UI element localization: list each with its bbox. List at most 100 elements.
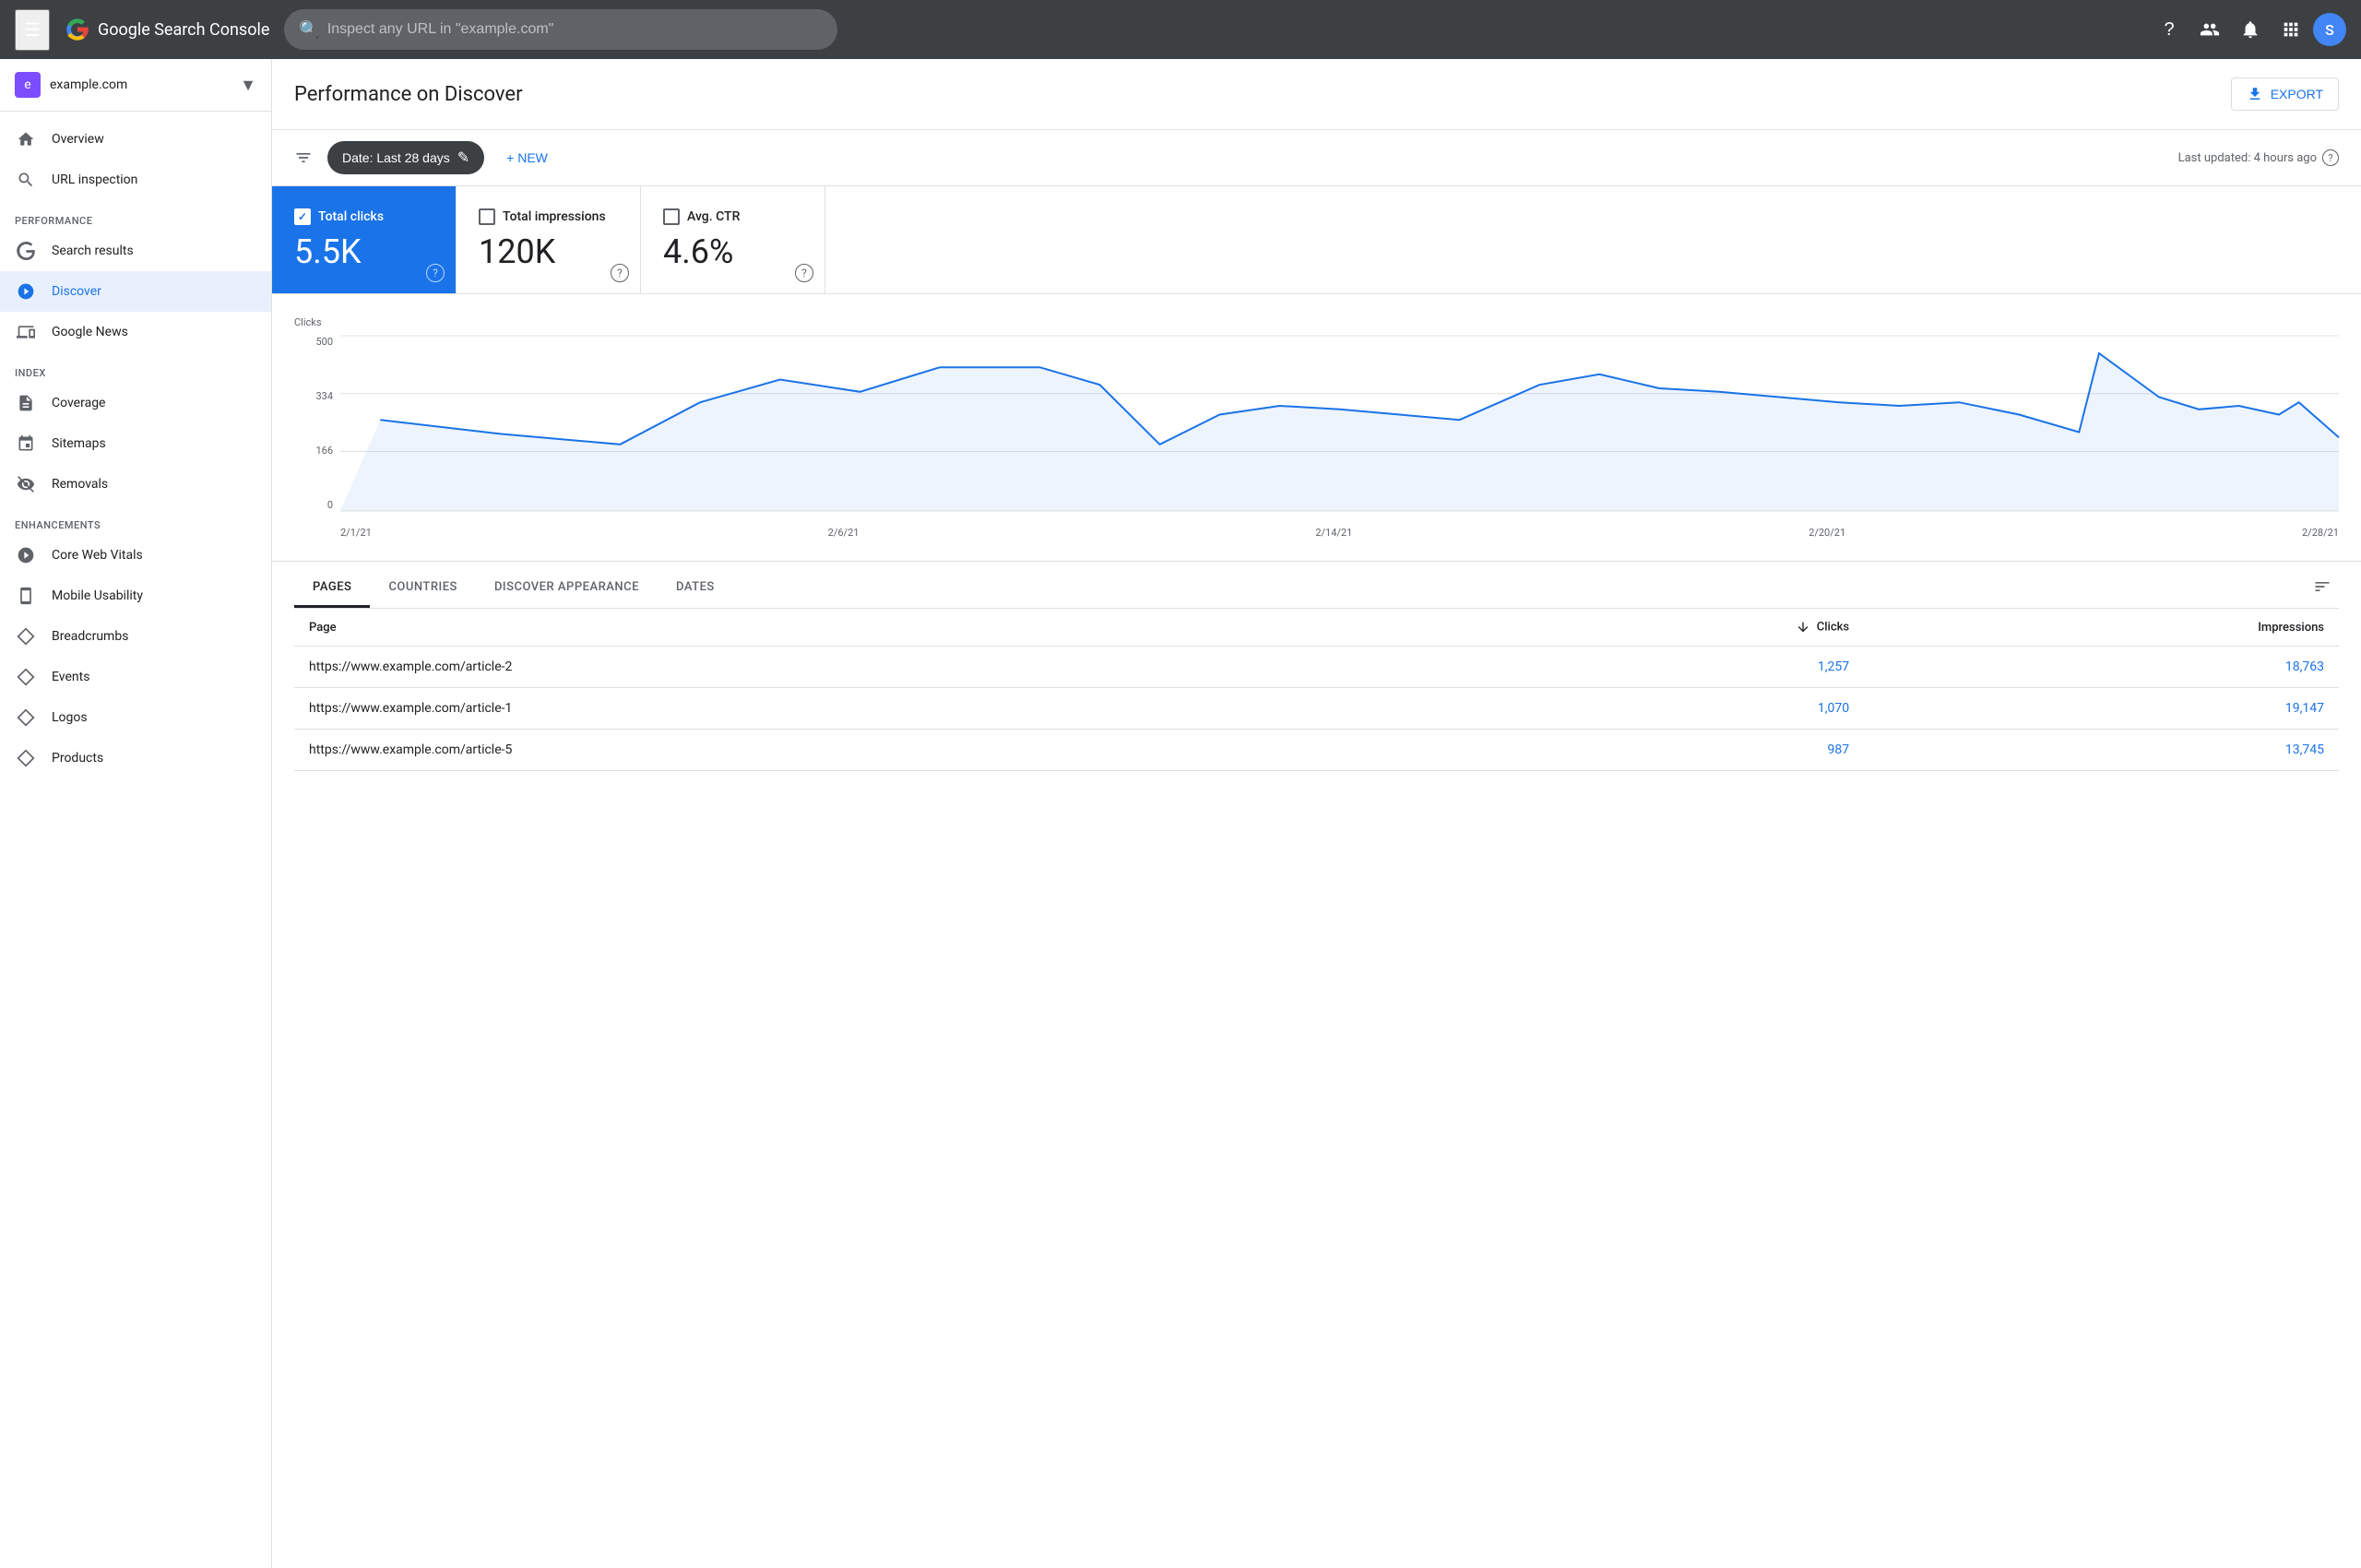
sidebar-item-products[interactable]: Products bbox=[0, 738, 271, 778]
metric-checkbox[interactable] bbox=[479, 208, 495, 225]
chart-x-tick: 2/28/21 bbox=[2302, 527, 2339, 539]
discover-icon bbox=[15, 280, 37, 303]
apps-button[interactable] bbox=[2272, 11, 2309, 48]
table-header-row: Page Clicks Impressions bbox=[294, 609, 2339, 647]
search-icon: 🔍 bbox=[299, 20, 319, 40]
filter-icon bbox=[294, 148, 313, 167]
sidebar-item-logos[interactable]: Logos bbox=[0, 697, 271, 738]
main-content: Performance on Discover EXPORT Date: Las… bbox=[272, 59, 2361, 793]
chart-x-tick: 2/20/21 bbox=[1809, 527, 1845, 539]
metric-total-impressions[interactable]: Total impressions 120K ? bbox=[457, 186, 641, 293]
col-impressions: Impressions bbox=[1864, 609, 2339, 647]
notifications-button[interactable] bbox=[2232, 11, 2269, 48]
table-body: https://www.example.com/article-2 1,257 … bbox=[294, 647, 2339, 771]
metric-label: Total impressions bbox=[503, 209, 606, 224]
app-logo-text: Google Search Console bbox=[98, 20, 269, 40]
table-row: https://www.example.com/article-2 1,257 … bbox=[294, 647, 2339, 688]
metric-checkbox[interactable] bbox=[663, 208, 680, 225]
sidebar-item-coverage[interactable]: Coverage bbox=[0, 383, 271, 423]
mobile-icon bbox=[15, 585, 37, 607]
events-icon bbox=[15, 666, 37, 688]
search-bar[interactable]: 🔍 bbox=[284, 9, 837, 50]
hamburger-button[interactable]: ☰ bbox=[15, 9, 50, 51]
chart-container: 500 334 166 0 2/1/21 2/6/21 2/14/21 2/2 bbox=[294, 336, 2339, 539]
sidebar-item-overview[interactable]: Overview bbox=[0, 119, 271, 160]
sidebar-item-url-inspection[interactable]: URL inspection bbox=[0, 160, 271, 200]
info-icon[interactable]: ? bbox=[2322, 149, 2339, 166]
metric-header: Total impressions bbox=[479, 208, 618, 225]
sidebar-item-mobile-usability[interactable]: Mobile Usability bbox=[0, 576, 271, 616]
users-button[interactable] bbox=[2191, 11, 2228, 48]
metric-checkbox[interactable]: ✓ bbox=[294, 208, 311, 225]
sidebar-item-search-results[interactable]: Search results bbox=[0, 231, 271, 271]
col-clicks[interactable]: Clicks bbox=[1449, 609, 1864, 647]
sidebar-item-removals[interactable]: Removals bbox=[0, 464, 271, 505]
table-filter-button[interactable] bbox=[2306, 570, 2339, 608]
chart-y-tick: 166 bbox=[315, 445, 333, 457]
sidebar-item-search-results-label: Search results bbox=[52, 244, 134, 258]
metric-info-button[interactable]: ? bbox=[795, 264, 813, 282]
sidebar-item-url-inspection-label: URL inspection bbox=[52, 172, 137, 187]
sidebar-item-overview-label: Overview bbox=[52, 132, 104, 147]
sidebar-item-core-web-vitals[interactable]: Core Web Vitals bbox=[0, 535, 271, 576]
export-button[interactable]: EXPORT bbox=[2231, 77, 2339, 111]
chevron-down-icon: ▼ bbox=[240, 76, 256, 95]
sitemaps-icon bbox=[15, 433, 37, 455]
metric-value: 4.6% bbox=[663, 232, 802, 271]
table-section: PAGES COUNTRIES DISCOVER APPEARANCE DATE… bbox=[272, 562, 2361, 793]
sidebar-nav: Overview URL inspection Performance Sear… bbox=[0, 112, 271, 786]
chart-x-tick: 2/14/21 bbox=[1315, 527, 1352, 539]
sidebar-item-sitemaps-label: Sitemaps bbox=[52, 436, 106, 451]
metric-value: 120K bbox=[479, 232, 618, 271]
download-icon bbox=[2247, 86, 2263, 102]
metric-avg-ctr[interactable]: Avg. CTR 4.6% ? bbox=[641, 186, 825, 293]
sidebar-item-events[interactable]: Events bbox=[0, 657, 271, 697]
breadcrumbs-icon bbox=[15, 625, 37, 647]
help-button[interactable]: ? bbox=[2151, 11, 2188, 48]
edit-icon: ✎ bbox=[457, 148, 469, 167]
col-page: Page bbox=[294, 609, 1449, 647]
google-icon bbox=[65, 17, 90, 42]
search-input[interactable] bbox=[327, 21, 824, 38]
tab-countries[interactable]: COUNTRIES bbox=[370, 569, 476, 608]
core-web-vitals-icon bbox=[15, 544, 37, 566]
sidebar-item-breadcrumbs[interactable]: Breadcrumbs bbox=[0, 616, 271, 657]
metric-info-button[interactable]: ? bbox=[611, 264, 629, 282]
metric-label: Total clicks bbox=[318, 209, 384, 224]
sidebar-item-google-news-label: Google News bbox=[52, 325, 128, 339]
property-selector[interactable]: e example.com ▼ bbox=[0, 59, 271, 112]
metric-total-clicks[interactable]: ✓ Total clicks 5.5K ? bbox=[272, 186, 457, 293]
page-title: Performance on Discover bbox=[294, 83, 523, 106]
chart-x-axis: 2/1/21 2/6/21 2/14/21 2/20/21 2/28/21 bbox=[340, 527, 2339, 539]
sidebar-item-google-news[interactable]: Google News bbox=[0, 312, 271, 352]
sidebar-item-removals-label: Removals bbox=[52, 477, 108, 492]
new-filter-button[interactable]: + NEW bbox=[495, 143, 559, 172]
sidebar-item-sitemaps[interactable]: Sitemaps bbox=[0, 423, 271, 464]
last-updated: Last updated: 4 hours ago ? bbox=[2178, 149, 2339, 166]
performance-section-label: Performance bbox=[0, 200, 271, 231]
last-updated-text: Last updated: 4 hours ago bbox=[2178, 151, 2317, 165]
bell-icon bbox=[2240, 19, 2260, 40]
app-logo: Google Search Console bbox=[65, 17, 269, 42]
data-table: Page Clicks Impressions https://www.exam… bbox=[294, 609, 2339, 771]
filters-left: Date: Last 28 days ✎ + NEW bbox=[294, 141, 559, 174]
impressions-value: 13,745 bbox=[1864, 730, 2339, 771]
user-avatar[interactable]: S bbox=[2313, 13, 2346, 46]
sidebar-item-discover-label: Discover bbox=[52, 284, 101, 299]
coverage-icon bbox=[15, 392, 37, 414]
tab-discover-appearance[interactable]: DISCOVER APPEARANCE bbox=[476, 569, 658, 608]
tab-dates[interactable]: DATES bbox=[658, 569, 733, 608]
chart-y-tick: 0 bbox=[327, 499, 333, 511]
home-icon bbox=[15, 128, 37, 150]
metric-info-button[interactable]: ? bbox=[426, 264, 445, 282]
sidebar-item-logos-label: Logos bbox=[52, 710, 88, 725]
chart-y-tick: 500 bbox=[315, 336, 333, 348]
apps-icon bbox=[2281, 19, 2301, 40]
tab-pages[interactable]: PAGES bbox=[294, 569, 370, 608]
sidebar-item-discover[interactable]: Discover bbox=[0, 271, 271, 312]
topnav-icons: ? S bbox=[2151, 11, 2346, 48]
metric-value: 5.5K bbox=[294, 232, 433, 271]
date-filter-button[interactable]: Date: Last 28 days ✎ bbox=[327, 141, 484, 174]
chart-y-axis: 500 334 166 0 bbox=[294, 336, 340, 511]
tabs-row: PAGES COUNTRIES DISCOVER APPEARANCE DATE… bbox=[294, 562, 2339, 609]
